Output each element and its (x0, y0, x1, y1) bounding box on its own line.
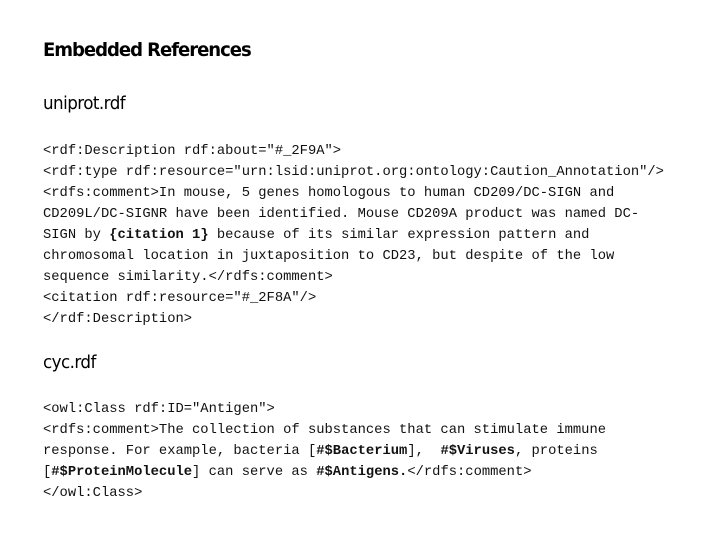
code-line: sequence similarity.</rdfs:comment> (43, 267, 664, 288)
code-bold-reference: #$Bacterium (316, 444, 408, 459)
code-text: CD209L/DC-SIGNR have been identified. Mo… (43, 207, 640, 222)
code-line: <owl:Class rdf:ID="Antigen"> (43, 399, 606, 420)
code-text: ], (407, 444, 441, 459)
code-line: <rdf:Description rdf:about="#_2F9A"> (43, 141, 664, 162)
code-line: [#$ProteinMolecule] can serve as #$Antig… (43, 462, 606, 483)
code-text: <rdf:Description rdf:about="#_2F9A"> (43, 144, 342, 159)
code-line: chromosomal location in juxtaposition to… (43, 246, 664, 267)
code-line: <rdf:type rdf:resource="urn:lsid:uniprot… (43, 162, 664, 183)
code-bold-reference: {citation 1} (109, 228, 209, 243)
code-text: <owl:Class rdf:ID="Antigen"> (43, 402, 275, 417)
code-block-cyc: <owl:Class rdf:ID="Antigen"> <rdfs:commen… (43, 399, 606, 504)
code-line: <rdfs:comment>The collection of substanc… (43, 420, 606, 441)
code-line: SIGN by {citation 1} because of its simi… (43, 225, 664, 246)
code-line: <rdfs:comment>In mouse, 5 genes homologo… (43, 183, 664, 204)
code-text: <rdf:type rdf:resource="urn:lsid:uniprot… (43, 165, 664, 180)
code-text: SIGN by (43, 228, 110, 243)
code-line: <citation rdf:resource="#_2F8A"/> (43, 288, 664, 309)
code-block-uniprot: <rdf:Description rdf:about="#_2F9A"> <rdf… (43, 141, 664, 330)
code-line: </owl:Class> (43, 483, 606, 504)
code-text: chromosomal location in juxtaposition to… (43, 249, 615, 264)
code-bold-reference: #$Antigens. (316, 465, 408, 480)
code-line: </rdf:Description> (43, 309, 664, 330)
code-text: </owl:Class> (43, 486, 143, 501)
code-line: response. For example, bacteria [#$Bacte… (43, 441, 606, 462)
code-text: <citation rdf:resource="#_2F8A"/> (43, 291, 317, 306)
code-bold-reference: #$ProteinMolecule (51, 465, 193, 480)
slide-title: Embedded References (43, 39, 252, 61)
code-text: , proteins (514, 444, 598, 459)
code-text: <rdfs:comment>The collection of substanc… (43, 423, 607, 438)
code-text: because of its similar expression patter… (208, 228, 590, 243)
code-text: </rdf:Description> (43, 312, 193, 327)
code-line: CD209L/DC-SIGNR have been identified. Mo… (43, 204, 664, 225)
code-text: sequence similarity.</rdfs:comment> (43, 270, 333, 285)
code-text: </rdfs:comment> (407, 465, 532, 480)
section-heading-uniprot: uniprot.rdf (43, 93, 126, 114)
code-text: <rdfs:comment>In mouse, 5 genes homologo… (43, 186, 615, 201)
code-text: ] can serve as (192, 465, 317, 480)
code-text: response. For example, bacteria [ (43, 444, 317, 459)
section-heading-cyc: cyc.rdf (43, 352, 96, 373)
code-bold-reference: #$Viruses (440, 444, 515, 459)
